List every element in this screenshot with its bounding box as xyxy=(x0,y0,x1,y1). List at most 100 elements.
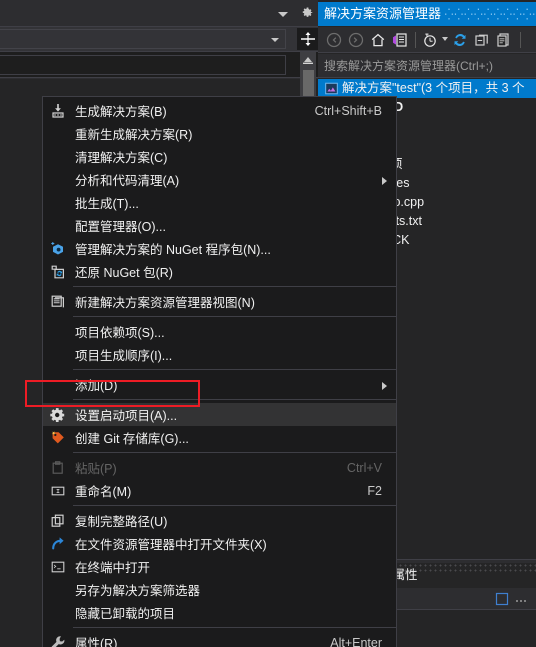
menu-item[interactable]: 另存为解决方案筛选器 xyxy=(43,578,396,601)
menu-item-icon-gutter xyxy=(43,426,73,449)
menu-item-label: 项目依赖项(S)... xyxy=(75,326,165,340)
menu-item[interactable]: 属性(R) Alt+Enter xyxy=(43,631,396,647)
menu-item-icon-gutter xyxy=(43,237,73,260)
show-all-files-icon[interactable] xyxy=(496,32,512,48)
solution-icon xyxy=(325,82,338,95)
left-toolbar-strip xyxy=(0,0,320,26)
menu-item-icon-gutter xyxy=(43,99,73,122)
left-text-field[interactable] xyxy=(0,55,286,75)
menu-item-icon-gutter xyxy=(43,145,73,168)
menu-item-label: 新建解决方案资源管理器视图(N) xyxy=(75,296,255,310)
menu-item-icon-gutter xyxy=(43,578,73,601)
git-repo-icon xyxy=(51,431,64,444)
solution-context-menu[interactable]: 生成解决方案(B) Ctrl+Shift+B 重新生成解决方案(R) 清理解决方案(C… xyxy=(42,96,397,647)
gear-icon xyxy=(50,408,65,422)
menu-item-icon-gutter xyxy=(43,214,73,237)
menu-item-label: 生成解决方案(B) xyxy=(75,105,167,119)
nuget-manage-icon xyxy=(51,242,63,255)
menu-item[interactable]: 项目生成顺序(I)... xyxy=(43,343,396,366)
menu-item-icon-gutter xyxy=(43,456,73,479)
home-icon[interactable] xyxy=(370,32,386,48)
menu-item-icon-gutter xyxy=(43,631,73,647)
chevron-down-icon[interactable] xyxy=(278,12,288,17)
collapse-all-icon[interactable] xyxy=(474,32,490,48)
menu-item-icon-gutter xyxy=(43,343,73,366)
toolbar-separator xyxy=(520,32,521,48)
chevron-down-icon[interactable] xyxy=(442,37,448,41)
search-placeholder: 搜索解决方案资源管理器(Ctrl+;) xyxy=(324,59,493,73)
menu-item[interactable]: 设置启动项目(A)... xyxy=(43,403,396,426)
build-solution-icon xyxy=(52,104,64,118)
menu-item[interactable]: 隐藏已卸载的项目 xyxy=(43,601,396,624)
menu-item-icon-gutter xyxy=(43,555,73,578)
left-combobox[interactable] xyxy=(0,29,286,49)
menu-item[interactable]: 生成解决方案(B) Ctrl+Shift+B xyxy=(43,99,396,122)
menu-item-label: 重新生成解决方案(R) xyxy=(75,128,193,142)
menu-item[interactable]: 重命名(M) F2 xyxy=(43,479,396,502)
menu-item-label: 配置管理器(O)... xyxy=(75,220,166,234)
menu-item-shortcut: Ctrl+Shift+B xyxy=(314,103,382,118)
forward-icon[interactable] xyxy=(348,32,364,48)
copy-path-icon xyxy=(51,514,64,527)
menu-item[interactable]: 管理解决方案的 NuGet 程序包(N)... xyxy=(43,237,396,260)
menu-item[interactable]: 清理解决方案(C) xyxy=(43,145,396,168)
menu-item-shortcut: Ctrl+V xyxy=(346,460,382,475)
menu-item[interactable]: 分析和代码清理(A) xyxy=(43,168,396,191)
wrench-icon xyxy=(51,636,65,647)
properties-more-icon[interactable] xyxy=(514,595,528,603)
menu-item[interactable]: 重新生成解决方案(R) xyxy=(43,122,396,145)
left-scrollbar-thumb[interactable] xyxy=(303,70,314,97)
menu-item-label: 重命名(M) xyxy=(75,485,132,499)
visual-studio-window: 解决方案资源管理器 ⁛⁛⁛⁛⁛⁛⁛⁛⁛⁛⁛⁛⁛ xyxy=(0,0,536,647)
menu-item[interactable]: 批生成(T)... xyxy=(43,191,396,214)
menu-item-shortcut: F2 xyxy=(367,483,382,498)
solution-explorer-title-bar[interactable]: 解决方案资源管理器 ⁛⁛⁛⁛⁛⁛⁛⁛⁛⁛⁛⁛⁛ xyxy=(318,2,536,26)
menu-separator xyxy=(73,286,396,287)
menu-item-label: 在终端中打开 xyxy=(75,561,151,575)
menu-item[interactable]: 创建 Git 存储库(G)... xyxy=(43,426,396,449)
properties-alpha-icon[interactable] xyxy=(494,591,510,607)
scroll-up-arrow-icon[interactable] xyxy=(301,53,315,67)
back-icon[interactable] xyxy=(326,32,342,48)
menu-item[interactable]: 在文件资源管理器中打开文件夹(X) xyxy=(43,532,396,555)
new-solution-view-icon xyxy=(51,295,64,308)
solution-view-icon[interactable] xyxy=(392,32,408,48)
pane-splitter-handle[interactable] xyxy=(297,28,319,50)
menu-item[interactable]: 项目依赖项(S)... xyxy=(43,320,396,343)
title-dot-pattern: ⁛⁛⁛⁛⁛⁛⁛⁛⁛⁛⁛⁛⁛ xyxy=(444,9,536,21)
menu-item-label: 另存为解决方案筛选器 xyxy=(75,584,201,598)
menu-item[interactable]: 新建解决方案资源管理器视图(N) xyxy=(43,290,396,313)
menu-item-icon-gutter xyxy=(43,509,73,532)
menu-item-label: 设置启动项目(A)... xyxy=(75,409,178,423)
nuget-restore-icon xyxy=(51,265,64,279)
terminal-icon xyxy=(51,561,65,573)
refresh-icon[interactable] xyxy=(452,32,468,48)
menu-item-icon-gutter xyxy=(43,290,73,313)
menu-item-icon-gutter xyxy=(43,403,73,426)
menu-item-icon-gutter xyxy=(43,373,73,396)
menu-item[interactable]: 还原 NuGet 包(R) xyxy=(43,260,396,283)
menu-separator xyxy=(73,505,396,506)
horizontal-splitter-icon xyxy=(301,32,315,46)
gear-icon[interactable] xyxy=(300,6,314,20)
menu-item-icon-gutter xyxy=(43,168,73,191)
menu-item[interactable]: 在终端中打开 xyxy=(43,555,396,578)
pending-changes-icon[interactable] xyxy=(422,32,438,48)
menu-item[interactable]: 添加(D) xyxy=(43,373,396,396)
menu-separator xyxy=(73,316,396,317)
menu-item-label: 清理解决方案(C) xyxy=(75,151,168,165)
menu-separator xyxy=(73,399,396,400)
menu-item-icon-gutter xyxy=(43,320,73,343)
menu-item[interactable]: 复制完整路径(U) xyxy=(43,509,396,532)
search-input[interactable]: 搜索解决方案资源管理器(Ctrl+;) xyxy=(318,54,536,78)
menu-separator xyxy=(73,369,396,370)
menu-item-icon-gutter xyxy=(43,601,73,624)
menu-separator xyxy=(73,627,396,628)
menu-item-label: 创建 Git 存储库(G)... xyxy=(75,432,189,446)
menu-item[interactable]: 配置管理器(O)... xyxy=(43,214,396,237)
menu-item-icon-gutter xyxy=(43,191,73,214)
menu-item-label: 复制完整路径(U) xyxy=(75,515,168,529)
menu-item-label: 属性(R) xyxy=(75,637,118,647)
chevron-down-icon[interactable] xyxy=(271,38,279,42)
menu-item-shortcut: Alt+Enter xyxy=(330,635,382,647)
